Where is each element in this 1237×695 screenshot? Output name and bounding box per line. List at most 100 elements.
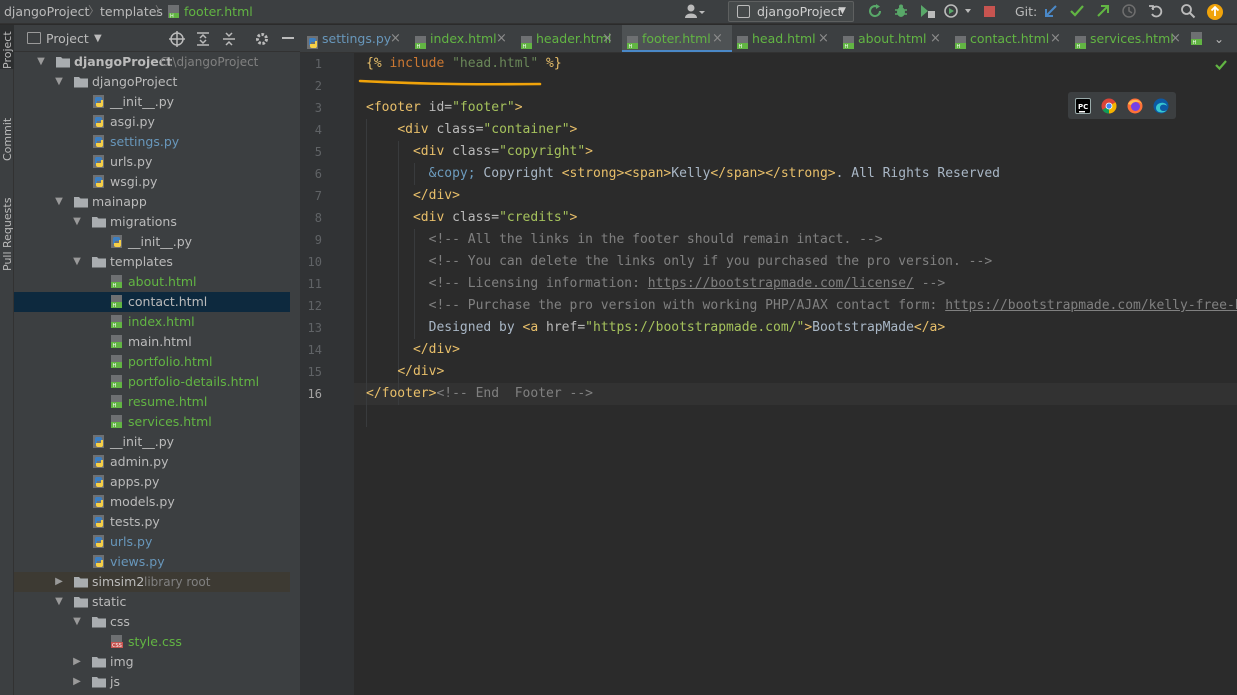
tab-contact-html[interactable]: Hcontact.html × [950,25,1070,52]
rollback-icon[interactable] [1148,3,1164,21]
git-push-icon[interactable] [1095,3,1111,21]
search-icon[interactable] [1180,3,1196,21]
tree-item[interactable]: Hindex.html [14,312,300,332]
project-tool-tab[interactable]: Project [0,25,14,69]
run-with-coverage-icon[interactable] [918,3,936,21]
gear-icon[interactable] [254,31,270,50]
chevron-down-icon[interactable]: ▼ [52,192,66,212]
chevron-right-icon[interactable]: ▶ [70,652,84,672]
minimize-icon[interactable] [282,37,294,39]
chrome-icon[interactable] [1101,98,1117,114]
close-icon[interactable]: × [390,25,401,52]
chevron-down-icon[interactable]: ▼ [70,252,84,272]
pycharm-icon[interactable]: PC [1075,98,1091,114]
tab-footer-html[interactable]: Hfooter.html × [622,25,732,52]
close-icon[interactable]: × [712,25,723,52]
folder-icon [92,215,106,229]
tab-about-html[interactable]: Habout.html × [838,25,950,52]
tab-head-html[interactable]: Hhead.html × [732,25,838,52]
tree-item[interactable]: ▼ templates [14,252,300,272]
commit-tool-tab[interactable]: Commit [0,101,14,161]
close-icon[interactable]: × [818,25,829,52]
pull-requests-tool-tab[interactable]: Pull Requests [0,181,14,271]
tree-item[interactable]: Habout.html [14,272,300,292]
close-icon[interactable]: × [496,25,507,52]
tree-item[interactable]: Hportfolio-details.html [14,372,300,392]
tree-item[interactable]: Hservices.html [14,412,300,432]
editor-tab-bar: settings.py × Hindex.html × Hheader.html × Hfo… [300,25,1237,53]
updates-icon[interactable] [1206,3,1224,21]
debug-icon[interactable] [893,3,909,21]
chevron-down-icon[interactable]: ▼ [34,52,48,72]
user-icon[interactable] [684,3,706,21]
expand-all-icon[interactable] [195,31,211,50]
tree-item[interactable]: __init__.py [14,432,300,452]
collapse-all-icon[interactable] [221,31,237,50]
breadcrumb-project[interactable]: djangoProject [4,0,89,24]
tree-item[interactable]: wsgi.py [14,172,300,192]
close-icon[interactable]: × [930,25,941,52]
tab-label: services.html [1090,31,1174,46]
code-token: . All Rights Reserved [835,166,1001,181]
git-update-icon[interactable] [1043,3,1059,21]
tree-item[interactable]: ▼ djangoProject C:\djangoProject [14,52,300,72]
tree-item[interactable]: __init__.py [14,232,300,252]
locate-file-icon[interactable] [169,31,185,50]
tree-item[interactable]: ▶ img [14,652,300,672]
tab-header-html[interactable]: Hheader.html × [516,25,622,52]
breadcrumb-file[interactable]: footer.html [184,0,253,24]
stop-icon[interactable] [983,3,997,21]
tree-item[interactable]: ▶ simsim2 library root [14,572,300,592]
tab-settings-py[interactable]: settings.py × [302,25,410,52]
tree-item[interactable]: apps.py [14,472,300,492]
project-scrollbar[interactable] [290,52,300,695]
tree-item[interactable]: views.py [14,552,300,572]
chevron-down-icon[interactable]: ⌄ [1214,25,1224,52]
tree-item[interactable]: ▶ js [14,672,300,692]
close-icon[interactable]: × [602,25,613,52]
tab-index-html[interactable]: Hindex.html × [410,25,516,52]
edge-icon[interactable] [1153,98,1169,114]
tree-item[interactable]: admin.py [14,452,300,472]
close-icon[interactable]: × [1170,25,1181,52]
run-configuration-dropdown[interactable]: djangoProject ▼ [728,1,854,22]
tree-item[interactable]: __init__.py [14,92,300,112]
tree-item[interactable]: ▼ css [14,612,300,632]
tree-item[interactable]: Hcontact.html [14,292,300,312]
tree-item[interactable]: asgi.py [14,112,300,132]
tree-item-label: views.py [110,554,165,569]
chevron-right-icon[interactable]: ▶ [70,672,84,692]
close-icon[interactable]: × [1050,25,1061,52]
tree-item[interactable]: CSS style.css [14,632,300,652]
tree-item[interactable]: Hmain.html [14,332,300,352]
tree-item[interactable]: settings.py [14,132,300,152]
firefox-icon[interactable] [1127,98,1143,114]
tree-item[interactable]: ▼ mainapp [14,192,300,212]
inspection-ok-icon[interactable] [1214,58,1228,75]
tree-item[interactable]: ▼ static [14,592,300,612]
project-view-dropdown[interactable]: Project [46,25,89,52]
profile-icon[interactable] [943,3,973,21]
tree-item[interactable]: Hresume.html [14,392,300,412]
chevron-down-icon[interactable]: ▼ [94,25,102,52]
chevron-down-icon[interactable]: ▼ [70,212,84,232]
chevron-right-icon[interactable]: ▶ [52,572,66,592]
git-commit-icon[interactable] [1069,3,1085,21]
breadcrumb-folder[interactable]: templates [100,0,163,24]
html-file-icon[interactable]: H [1190,32,1204,46]
tool-window-strip: Project Commit Pull Requests [0,25,14,695]
chevron-down-icon[interactable]: ▼ [70,612,84,632]
tree-item[interactable]: Hportfolio.html [14,352,300,372]
tree-item[interactable]: urls.py [14,152,300,172]
rerun-icon[interactable] [867,3,883,21]
tree-item[interactable]: ▼ migrations [14,212,300,232]
chevron-down-icon[interactable]: ▼ [52,72,66,92]
code-editor[interactable]: {% include "head.html" %} <footer id="foo… [354,53,1237,695]
tree-item[interactable]: ▼ djangoProject [14,72,300,92]
chevron-down-icon[interactable]: ▼ [52,592,66,612]
tree-item[interactable]: urls.py [14,532,300,552]
history-icon[interactable] [1121,3,1137,21]
tab-services-html[interactable]: Hservices.html × [1070,25,1190,52]
tree-item[interactable]: tests.py [14,512,300,532]
tree-item[interactable]: models.py [14,492,300,512]
